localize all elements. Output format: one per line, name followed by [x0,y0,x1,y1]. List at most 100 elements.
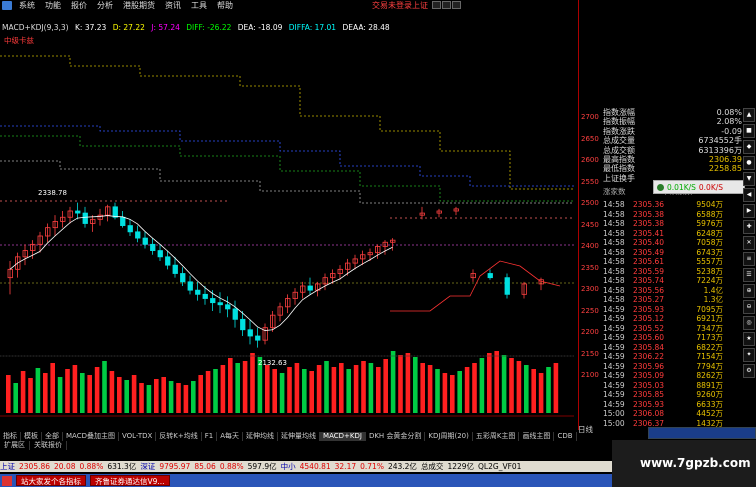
tick-volume: 7347万 [696,323,723,333]
stat-label: 最高指数 [603,154,635,164]
maximize-icon[interactable] [442,1,451,9]
tool-icon-1[interactable]: ▲ [743,108,755,122]
volume-bar [287,367,292,413]
speed-widget[interactable]: 0.01K/S 0.0K/S [653,180,745,194]
candle-body [255,335,261,341]
tick-price: 2305.36 [633,200,665,209]
indicator-tab[interactable]: 模板 [21,432,42,441]
tool-icon-13[interactable]: ⊖ [743,300,755,314]
tick-volume: 6743万 [696,247,723,257]
indicator-tab[interactable]: CDB [554,432,577,441]
volume-bar [524,365,529,413]
minimize-icon[interactable] [432,1,441,9]
menu-hk-futures[interactable]: 港股期货 [118,0,160,11]
indicator-tab[interactable]: DKH 会黄金分割 [366,432,426,441]
mid-pct: 0.71% [360,462,384,471]
menu-system[interactable]: 系统 [14,0,40,11]
indicator-tab[interactable]: 五彩周K主图 [473,432,520,441]
volume-bar [35,368,41,413]
indicator-tab[interactable]: 反转K+均线 [156,432,202,441]
tool-icon-2[interactable]: ■ [743,124,755,138]
tick-price: 2305.38 [633,219,665,228]
tool-icon-9[interactable]: ✕ [743,236,755,250]
tool-icon-14[interactable]: ◎ [743,316,755,330]
indicator-tab[interactable]: F1 [202,432,218,441]
tool-icon-10[interactable]: ≡ [743,252,755,266]
menu-function[interactable]: 功能 [40,0,66,11]
candle-body [120,216,126,226]
timeframe-label[interactable]: 日线 [578,424,593,435]
indicator-tab[interactable]: 延伸量均线 [278,432,321,441]
candle-body [210,298,216,304]
stat-value: 6313396万 [698,145,742,155]
tick-row: 14:59 2305.12 6921万 [603,314,743,324]
side-toolbar: ▲ ■ ◆ ● ▼ ◀ ▶ ✚ ✕ ≡ ☰ ⊕ ⊖ ◎ ★ ✦ ⚙ [743,108,756,378]
tool-icon-12[interactable]: ⊕ [743,284,755,298]
close-icon[interactable] [452,1,461,9]
indicator-tab[interactable]: 指标 [0,432,21,441]
volume-bar [376,367,381,413]
tick-price: 2306.22 [633,352,665,361]
indicator-tab[interactable]: MACD叠加主图 [63,432,119,441]
tool-icon-8[interactable]: ✚ [743,220,755,234]
sh-label[interactable]: 上证 [0,461,15,472]
tick-row: 14:59 2305.84 6822万 [603,343,743,353]
menu-analysis[interactable]: 分析 [92,0,118,11]
menu-info[interactable]: 资讯 [160,0,186,11]
volume-bar [420,363,425,413]
volume-bar [501,355,507,413]
sz-label[interactable]: 深证 [140,461,155,472]
volume-bar [390,351,396,413]
tool-icon-11[interactable]: ☰ [743,268,755,282]
volume-bar [464,367,470,413]
menu-help[interactable]: 帮助 [212,0,238,11]
tool-icon-3[interactable]: ◆ [743,140,755,154]
tick-table[interactable]: 14:58 2305.36 9504万 14:58 2305.38 6588万 14:58 2… [603,200,743,428]
tick-volume: 6822万 [696,342,723,352]
extension-tab[interactable]: 扩展区 [0,441,30,450]
candle-body [217,302,223,306]
candle-body [157,250,163,258]
taskbar-item-2[interactable]: 齐鲁证券通达信V9... [90,475,170,486]
mid-label[interactable]: 中小 [281,461,296,472]
menu-quote[interactable]: 报价 [66,0,92,11]
server-code[interactable]: QL2G_VF01 [478,462,521,471]
indicator-tab[interactable]: A每天 [217,432,244,441]
tick-volume: 8262万 [696,371,723,380]
candle-body [165,256,171,266]
tool-icon-17[interactable]: ⚙ [743,364,755,378]
volume-bar [487,353,492,413]
tool-icon-7[interactable]: ▶ [743,204,755,218]
start-icon[interactable] [2,475,12,486]
index-link[interactable]: 上证 [412,0,428,11]
tool-icon-6[interactable]: ◀ [743,188,755,202]
tool-icon-4[interactable]: ● [743,156,755,170]
indicator-tab[interactable]: KDJ周期(20) [425,432,473,441]
tick-volume: 9504万 [696,200,723,209]
indicator-tab[interactable]: MACD+KDJ [320,432,366,441]
indicator-tab[interactable]: 画线主图 [519,432,555,441]
login-status[interactable]: 交易未登录 [372,0,412,11]
tool-icon-15[interactable]: ★ [743,332,755,346]
stat-value: 2306.39 [708,154,742,164]
indicator-tab[interactable]: VOL-TDX [119,432,157,441]
tick-price: 2305.74 [633,276,665,285]
tick-time: 14:58 [603,266,625,276]
menu-tools[interactable]: 工具 [186,0,212,11]
volume-bar [509,358,514,413]
indicator-tab[interactable]: 全部 [42,432,63,441]
tick-volume: 1.4亿 [703,285,723,295]
tick-price: 2305.93 [633,304,665,314]
tool-icon-5[interactable]: ▼ [743,172,755,186]
sh-pct: 0.88% [79,462,104,471]
tool-icon-16[interactable]: ✦ [743,348,755,362]
taskbar-item-1[interactable]: 站大家发个各指标 [16,475,86,486]
tick-time: 14:58 [603,276,625,285]
stat-label: 指数涨幅 [603,108,635,117]
main-chart[interactable]: MACD+KDJ(9,3,3) K: 37.23 D: 27.22 J: 57.… [0,11,574,423]
volume-bar [57,377,63,413]
tick-volume: 6248万 [696,228,723,238]
indicator-tab[interactable]: 延伸均线 [243,432,279,441]
sz-amount: 597.9亿 [247,462,277,471]
extension-tab[interactable]: 关联报价 [30,441,67,450]
